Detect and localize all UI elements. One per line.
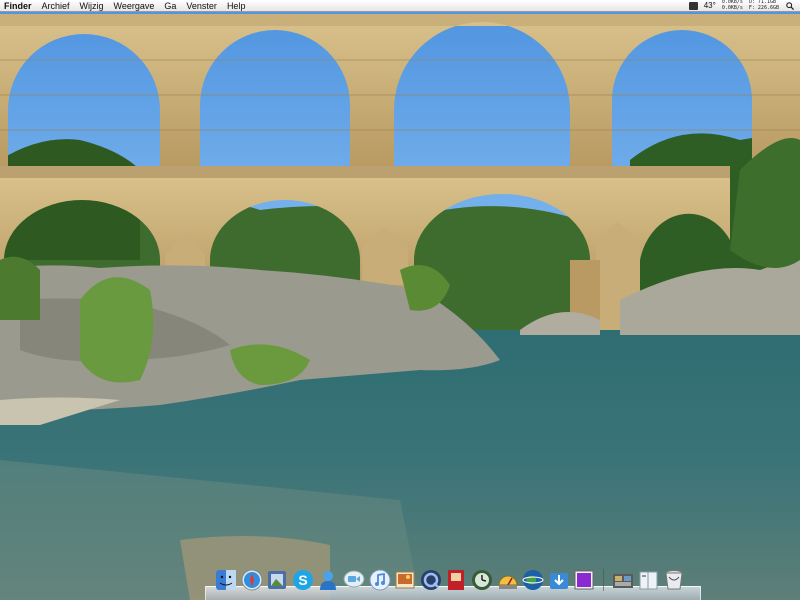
dock-skype[interactable]: S [292, 569, 314, 591]
menu-weergave[interactable]: Weergave [109, 0, 160, 12]
dock-ichat[interactable] [317, 569, 339, 591]
purple-square-icon [574, 570, 594, 590]
quicktime-icon [420, 570, 441, 590]
gauge-icon [498, 575, 518, 589]
finder-icon [216, 570, 236, 590]
dock-documents-stack[interactable] [612, 569, 634, 591]
dock-photo-booth[interactable] [445, 569, 467, 591]
preview-icon [268, 571, 287, 589]
menu-help[interactable]: Help [222, 0, 251, 12]
disk-free: F: 226.6GB [748, 4, 779, 11]
battery-icon[interactable] [688, 1, 698, 10]
downloads-stack-icon [639, 571, 657, 590]
dock-items: S [215, 567, 689, 591]
safari-icon [241, 569, 263, 591]
dock-downloads-app[interactable] [548, 569, 570, 591]
trash-icon [665, 570, 683, 590]
dock-time-machine[interactable] [471, 569, 493, 591]
dock-finder[interactable] [215, 569, 237, 591]
dock-system-monitor[interactable] [497, 569, 519, 591]
dock: S [205, 565, 701, 600]
spotlight-icon[interactable] [786, 1, 794, 10]
dock-quicktime[interactable] [420, 569, 442, 591]
net-out: 0.0KB/s [721, 4, 743, 11]
photo-booth-icon [448, 570, 465, 590]
dock-frontrow[interactable] [573, 569, 595, 591]
menu-ga[interactable]: Ga [159, 0, 181, 12]
dock-itunes[interactable] [369, 569, 391, 591]
itunes-icon [369, 569, 391, 591]
disk-stats[interactable]: U: 71.1GB F: 226.6GB [746, 0, 782, 11]
menu-archief[interactable]: Archief [37, 0, 75, 12]
video-chat-icon [343, 570, 365, 588]
svg-text:S: S [298, 572, 307, 588]
temperature-readout[interactable]: 43° [701, 1, 719, 10]
dock-downloads-stack[interactable] [638, 569, 660, 591]
ichat-icon [320, 571, 337, 590]
time-machine-icon [471, 570, 492, 590]
menu-venster[interactable]: Venster [181, 0, 222, 12]
network-stats[interactable]: 0.0KB/s 0.0KB/s [719, 0, 746, 11]
documents-stack-icon [612, 574, 633, 588]
skype-icon: S [292, 570, 313, 590]
download-icon [549, 573, 568, 589]
menu-bar: Finder Archief Wijzig Weergave Ga Venste… [0, 0, 800, 12]
menu-wijzig[interactable]: Wijzig [75, 0, 109, 12]
menu-extras: 43° 0.0KB/s 0.0KB/s U: 71.1GB F: 226.6GB [686, 0, 800, 12]
menu-finder[interactable]: Finder [0, 0, 37, 12]
dock-google-earth[interactable] [522, 569, 544, 591]
dock-trash[interactable] [663, 569, 685, 591]
dock-facetime[interactable] [343, 569, 365, 591]
dock-preview[interactable] [266, 569, 288, 591]
dock-iphoto[interactable] [394, 569, 416, 591]
dock-safari[interactable] [241, 569, 263, 591]
desktop-wallpaper [0, 0, 800, 600]
google-earth-icon [522, 570, 544, 590]
dock-separator [602, 569, 604, 591]
iphoto-icon [395, 571, 415, 589]
